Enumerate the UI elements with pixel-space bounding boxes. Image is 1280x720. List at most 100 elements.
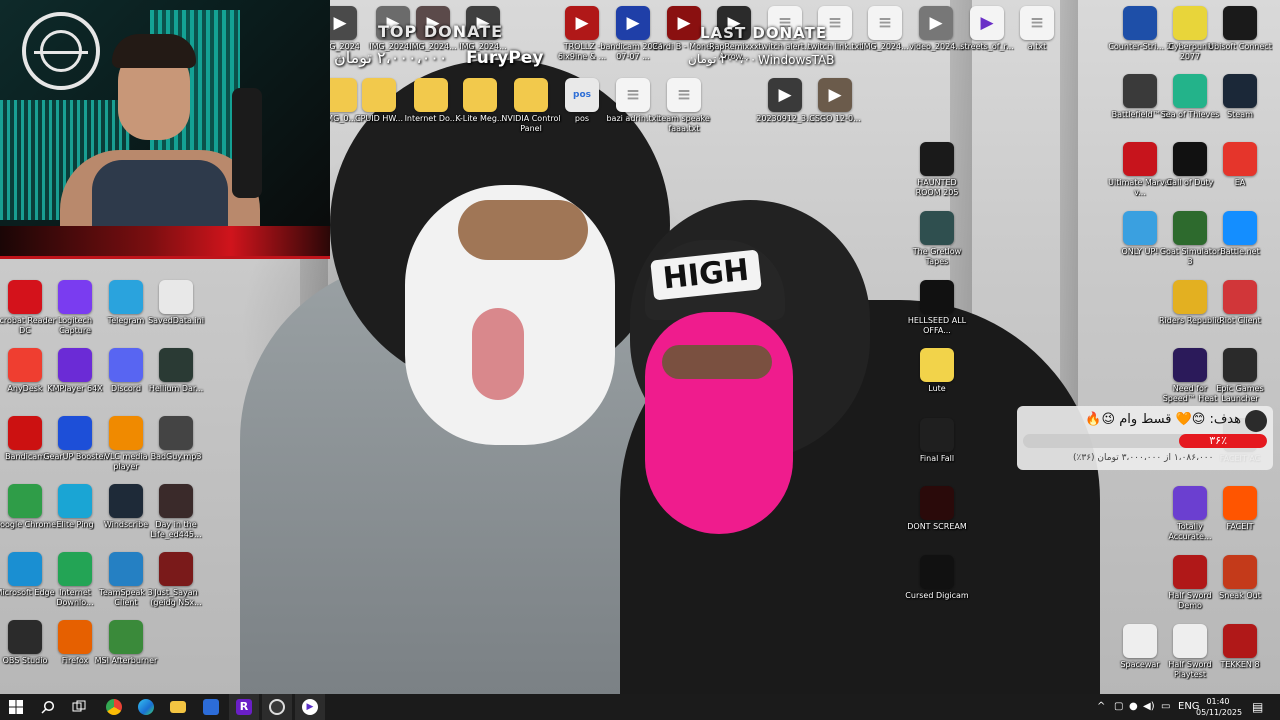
audio-icon: [159, 416, 193, 450]
desktop-icon-hellseed[interactable]: HELLSEED ALL OFFA...: [904, 280, 970, 346]
media-file-icon: ▶: [970, 6, 1004, 40]
desktop-icon-battlenet[interactable]: Battle.net: [1207, 211, 1273, 277]
chrome-icon: [106, 698, 122, 715]
desktop-icon-label: Sneak Out: [1219, 591, 1261, 600]
donation-goal-title: هدف: 😊🧡 قسط وام 😉🔥: [1085, 412, 1241, 427]
desktop-icon-label: Steam: [1227, 110, 1253, 119]
desktop-icon-tekken[interactable]: TEKKEN 8: [1207, 624, 1273, 690]
notification-icon[interactable]: ▤: [1252, 694, 1263, 720]
donation-progress-bar: ۳۶٪: [1023, 434, 1267, 448]
desktop-icon-game[interactable]: Hellium Dar...: [143, 348, 209, 414]
desktop-icon-dont-scream[interactable]: DONT SCREAM: [904, 486, 970, 552]
desktop-icon-video-thumb[interactable]: Day in the Life_ed445...: [143, 484, 209, 550]
wallpaper-eye-hole: [458, 200, 588, 260]
desktop-icon-steam[interactable]: Steam: [1207, 74, 1273, 140]
desktop-icon-ini-file[interactable]: SavedData.ini: [143, 280, 209, 346]
folder-icon: [362, 78, 396, 112]
media-icon: ▶: [302, 698, 318, 715]
video-thumb-icon: ▶: [818, 78, 852, 112]
steam-icon: [1223, 74, 1257, 108]
desktop-icon-label: Lute: [928, 384, 946, 393]
lute-icon: [920, 348, 954, 382]
clock-time: 01:40: [1206, 697, 1230, 706]
wallpaper-pink-eyes: [662, 345, 772, 379]
video-thumb-icon: ▶: [667, 6, 701, 40]
video-thumb-icon: ▶: [919, 6, 953, 40]
last-donate-label: LAST DONATE: [700, 24, 828, 42]
video-thumb-icon: ▶: [565, 6, 599, 40]
tray-mic-icon[interactable]: ●: [1129, 694, 1138, 720]
desktop-icon-ubisoft[interactable]: Ubisoft Connect: [1207, 6, 1273, 72]
desktop-icon-label: SavedData.ini: [148, 316, 204, 325]
desktop-icon-label: Battle.net: [1220, 247, 1260, 256]
tray-overflow-icon[interactable]: ^: [1097, 694, 1105, 720]
telegram-icon: [109, 280, 143, 314]
desktop-icon-faceit[interactable]: FACEIT: [1207, 486, 1273, 552]
taskbar-explorer[interactable]: [163, 694, 193, 720]
text-file-icon: ≡: [616, 78, 650, 112]
dont-scream-icon: [920, 486, 954, 520]
desktop-icon-unreal[interactable]: Cursed Digicam: [904, 555, 970, 621]
seaofthieves-icon: [1173, 74, 1207, 108]
windscribe-icon: [109, 484, 143, 518]
sneakout-icon: [1223, 555, 1257, 589]
desktop-icon-shortcut[interactable]: The Gretlow Tapes: [904, 211, 970, 277]
bandicam-icon: [8, 416, 42, 450]
teamspeak-icon: [109, 552, 143, 586]
donation-goal-widget: هدف: 😊🧡 قسط وام 😉🔥 ۳۶٪ ۱،۰۸۶،۰۰۰ از ۳،۰۰…: [1017, 406, 1273, 470]
desktop-icon-label: TEKKEN 8: [1220, 660, 1260, 669]
tray-device-icon[interactable]: ▢: [1114, 694, 1123, 720]
desktop-icon-riot[interactable]: Riot Client: [1207, 280, 1273, 346]
desktop-icon-label: EA: [1234, 178, 1246, 187]
battlefield-icon: [1123, 74, 1157, 108]
taskbar-edge[interactable]: [131, 694, 161, 720]
webcam-streamer-hair: [112, 34, 196, 68]
top-donate-amount: ۲،۰۰۰،۰۰۰ تومان: [334, 48, 448, 67]
game-icon: [920, 142, 954, 176]
taskbar-clock[interactable]: 01:40 05/11/2025: [1196, 696, 1242, 718]
last-donate-name: WindowsTAB: [758, 53, 835, 67]
unreal-icon: [920, 555, 954, 589]
desktop-icon-sneakout[interactable]: Sneak Out: [1207, 555, 1273, 621]
taskbar-chrome[interactable]: [99, 694, 129, 720]
desktop-icon-csgo[interactable]: ▶ CSGO 12-0...: [802, 78, 868, 144]
desktop-icon-label: DONT SCREAM: [907, 522, 967, 531]
desktop-icon-lute[interactable]: Lute: [904, 348, 970, 414]
edge-icon: [138, 698, 154, 715]
webcam-overlay: [0, 0, 330, 259]
channel-logo-icon: [22, 12, 100, 90]
desktop-icon-video-thumb[interactable]: Just_Sayan (geidg NSx...: [143, 552, 209, 618]
desktop-icon-a-txt[interactable]: ≡ a.txt: [1004, 6, 1070, 72]
desktop-icon-epic[interactable]: Epic Games Launcher: [1207, 348, 1273, 414]
desktop-icon-msi[interactable]: MSI Afterburner: [93, 620, 159, 686]
folder-icon: [514, 78, 548, 112]
task-view-button[interactable]: [64, 694, 94, 720]
elite-ping-icon: [58, 484, 92, 518]
ea-icon: [1223, 142, 1257, 176]
taskbar-app[interactable]: [196, 694, 226, 720]
desktop-icon-teamspeak-txt[interactable]: ≡ team speake faaa.txt: [651, 78, 717, 144]
desktop-icon-game[interactable]: HAUNTED ROOM 205: [904, 142, 970, 208]
tray-volume-icon[interactable]: ◀): [1143, 694, 1155, 720]
wallpaper-mouth-hole: [472, 308, 524, 400]
ini-file-icon: [159, 280, 193, 314]
webcam-microphone: [232, 88, 262, 198]
taskbar-obs[interactable]: [262, 694, 292, 720]
faceit-icon: [1223, 486, 1257, 520]
text-file-icon: ≡: [1020, 6, 1054, 40]
taskbar-rockstar[interactable]: R: [229, 694, 259, 720]
folder-icon: [170, 700, 186, 713]
desktop-icon-label: FACEIT: [1226, 522, 1254, 531]
start-button[interactable]: [1, 694, 31, 720]
desktop-icon-label: Cursed Digicam: [905, 591, 969, 600]
search-button[interactable]: [33, 694, 63, 720]
blank-file-icon: [1123, 624, 1157, 658]
desktop-icon-final-fall[interactable]: Final Fall: [904, 418, 970, 484]
taskbar-media[interactable]: ▶: [295, 694, 325, 720]
desktop-icon-audio[interactable]: BadGuy.mp3: [143, 416, 209, 482]
hellseed-icon: [920, 280, 954, 314]
tray-network-icon[interactable]: ▭: [1161, 694, 1170, 720]
idm-icon: [58, 552, 92, 586]
text-file-icon: ≡: [667, 78, 701, 112]
desktop-icon-ea[interactable]: EA: [1207, 142, 1273, 208]
